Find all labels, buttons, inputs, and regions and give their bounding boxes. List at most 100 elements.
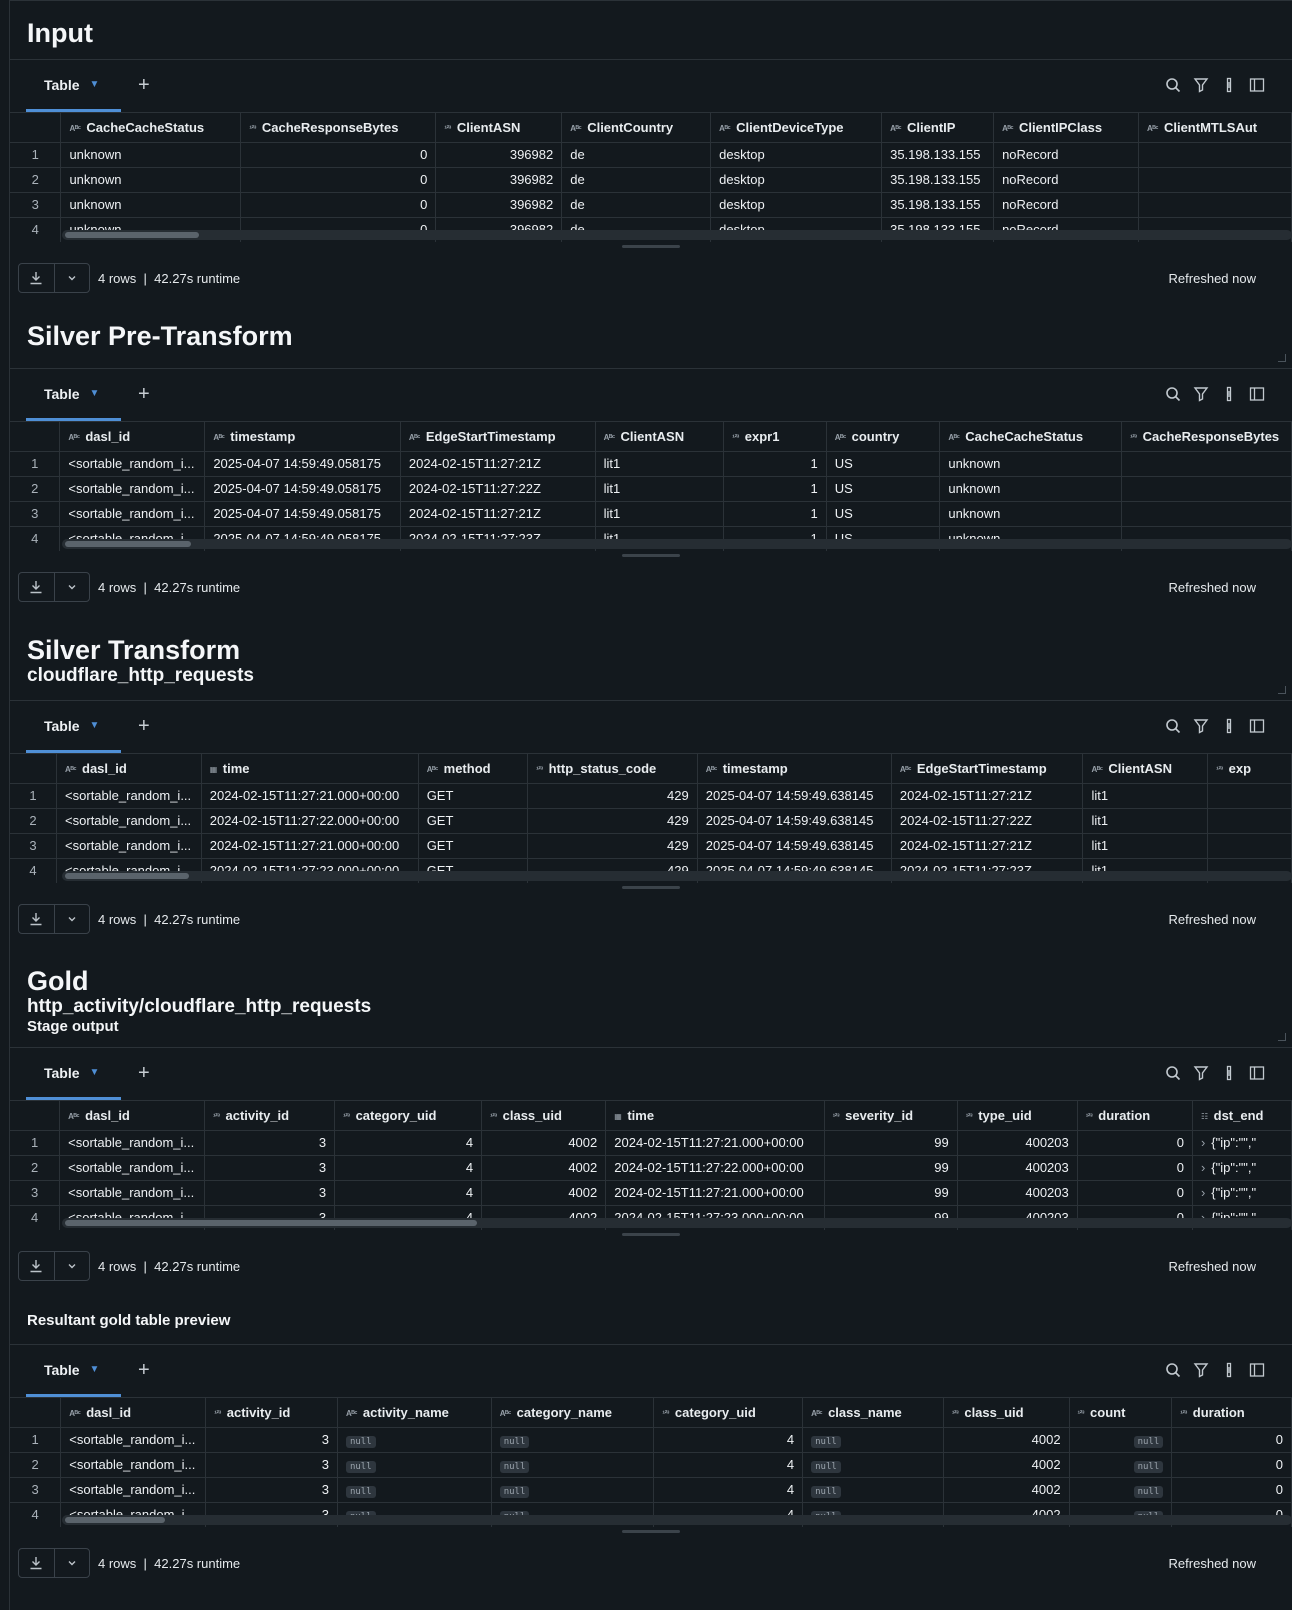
tab-table[interactable]: Table ▼ (26, 369, 121, 421)
download-icon[interactable] (19, 573, 55, 601)
column-header[interactable]: ¹²³ expr1 (723, 422, 827, 452)
column-header[interactable]: ¹²³ duration (1077, 1101, 1193, 1131)
table-row[interactable]: 3 <sortable_random_i... 2025-04-07 14:59:4… (10, 501, 1292, 527)
chevron-down-icon[interactable] (55, 1252, 90, 1280)
horizontal-scrollbar[interactable] (62, 1515, 1292, 1525)
scrollbar-thumb[interactable] (65, 873, 189, 879)
table-row[interactable]: 2 <sortable_random_i... 3 4 4002 2024-02-15T1… (10, 1155, 1292, 1181)
resize-handle[interactable] (622, 886, 680, 889)
add-visualization-button[interactable]: + (138, 384, 150, 404)
column-header[interactable]: ¹²³ severity_id (824, 1101, 958, 1131)
scrollbar-thumb[interactable] (65, 232, 199, 238)
table-row[interactable]: 1 unknown 0 396982 de desktop 35.198.133.155 no… (10, 142, 1292, 168)
column-header[interactable]: ¹²³ category_uid (334, 1101, 483, 1131)
horizontal-scrollbar[interactable] (62, 1218, 1292, 1228)
table-row[interactable]: 3 <sortable_random_i... 3 4 4002 2024-02-15T1… (10, 1180, 1292, 1206)
download-icon[interactable] (19, 1252, 55, 1280)
column-header[interactable]: Aᴮᶜ timestamp (697, 754, 892, 784)
column-header[interactable]: ¹²³ count (1069, 1398, 1173, 1428)
column-header[interactable]: ☷ dst_end (1192, 1101, 1292, 1131)
search-icon[interactable] (1164, 1361, 1182, 1379)
horizontal-scrollbar[interactable] (62, 230, 1292, 240)
column-header[interactable]: ¹²³ ClientASN (435, 113, 563, 143)
table-row[interactable]: 1 <sortable_random_i... 2025-04-07 14:59:4… (10, 451, 1292, 477)
chevron-down-icon[interactable] (55, 264, 90, 292)
column-header[interactable]: ▦ time (201, 754, 419, 784)
search-icon[interactable] (1164, 76, 1182, 94)
chevron-down-icon[interactable]: ▼ (90, 79, 100, 90)
column-header[interactable]: ▦ time (605, 1101, 825, 1131)
table-row[interactable]: 1 <sortable_random_i... 3 null null 4 null 4002… (10, 1427, 1292, 1453)
column-header[interactable]: Aᴮᶜ ClientDeviceType (710, 113, 883, 143)
sidebar-panel-icon[interactable] (1248, 717, 1266, 735)
column-header[interactable]: Aᴮᶜ timestamp (204, 422, 401, 452)
filter-icon[interactable] (1192, 1064, 1210, 1082)
add-visualization-button[interactable]: + (138, 1360, 150, 1380)
table-row[interactable]: 2 <sortable_random_i... 2024-02-15T11:27:2… (10, 808, 1292, 834)
search-icon[interactable] (1164, 385, 1182, 403)
columns-icon[interactable] (1220, 385, 1238, 403)
column-header[interactable]: Aᴮᶜ dasl_id (59, 1101, 206, 1131)
struct-cell[interactable]: ›{"ip":""," (1192, 1130, 1292, 1156)
scrollbar-thumb[interactable] (65, 541, 191, 547)
column-header[interactable]: ¹²³ activity_id (204, 1101, 336, 1131)
table-row[interactable]: 2 <sortable_random_i... 2025-04-07 14:59:4… (10, 476, 1292, 502)
sidebar-panel-icon[interactable] (1248, 385, 1266, 403)
filter-icon[interactable] (1192, 385, 1210, 403)
table-row[interactable]: 3 <sortable_random_i... 2024-02-15T11:27:2… (10, 833, 1292, 859)
chevron-down-icon[interactable] (55, 573, 90, 601)
resize-handle[interactable] (622, 554, 680, 557)
resize-corner[interactable] (1278, 1033, 1286, 1041)
chevron-down-icon[interactable] (55, 905, 90, 933)
column-header[interactable]: Aᴮᶜ ClientASN (595, 422, 725, 452)
filter-icon[interactable] (1192, 717, 1210, 735)
column-header[interactable]: Aᴮᶜ country (826, 422, 941, 452)
column-header[interactable]: Aᴮᶜ method (418, 754, 529, 784)
column-header[interactable]: Aᴮᶜ dasl_id (60, 1398, 207, 1428)
chevron-down-icon[interactable]: ▼ (90, 388, 100, 399)
struct-cell[interactable]: ›{"ip":""," (1192, 1155, 1292, 1181)
download-icon[interactable] (19, 264, 55, 292)
column-header[interactable]: Aᴮᶜ ClientIP (881, 113, 995, 143)
resize-handle[interactable] (622, 245, 680, 248)
column-header[interactable]: ¹²³ activity_id (205, 1398, 338, 1428)
column-header[interactable]: Aᴮᶜ category_name (491, 1398, 655, 1428)
sidebar-panel-icon[interactable] (1248, 76, 1266, 94)
column-header[interactable]: ¹²³ type_uid (957, 1101, 1078, 1131)
table-row[interactable]: 1 <sortable_random_i... 2024-02-15T11:27:2… (10, 783, 1292, 809)
chevron-down-icon[interactable]: ▼ (90, 1364, 100, 1375)
column-header[interactable]: Aᴮᶜ dasl_id (59, 422, 206, 452)
column-header[interactable]: ¹²³ duration (1171, 1398, 1292, 1428)
tab-table[interactable]: Table ▼ (26, 1345, 121, 1397)
search-icon[interactable] (1164, 1064, 1182, 1082)
chevron-right-icon[interactable]: › (1201, 1160, 1205, 1175)
columns-icon[interactable] (1220, 1361, 1238, 1379)
chevron-down-icon[interactable]: ▼ (90, 720, 100, 731)
column-header[interactable]: Aᴮᶜ CacheCacheStatus (60, 113, 242, 143)
column-header[interactable]: ¹²³ exp (1207, 754, 1292, 784)
chevron-down-icon[interactable]: ▼ (90, 1067, 100, 1078)
table-row[interactable]: 2 unknown 0 396982 de desktop 35.198.133.155 no… (10, 167, 1292, 193)
table-row[interactable]: 2 <sortable_random_i... 3 null null 4 null 4002… (10, 1452, 1292, 1478)
column-header[interactable]: ¹²³ category_uid (653, 1398, 804, 1428)
add-visualization-button[interactable]: + (138, 716, 150, 736)
column-header[interactable]: ¹²³ CacheResponseBytes (240, 113, 437, 143)
sidebar-panel-icon[interactable] (1248, 1064, 1266, 1082)
resize-handle[interactable] (622, 1233, 680, 1236)
tab-table[interactable]: Table ▼ (26, 701, 121, 753)
scrollbar-thumb[interactable] (65, 1517, 165, 1523)
column-header[interactable]: Aᴮᶜ class_name (802, 1398, 944, 1428)
search-icon[interactable] (1164, 717, 1182, 735)
table-row[interactable]: 1 <sortable_random_i... 3 4 4002 2024-02-15T1… (10, 1130, 1292, 1156)
download-icon[interactable] (19, 905, 55, 933)
column-header[interactable]: Aᴮᶜ EdgeStartTimestamp (400, 422, 596, 452)
sidebar-panel-icon[interactable] (1248, 1361, 1266, 1379)
add-visualization-button[interactable]: + (138, 1063, 150, 1083)
resize-handle[interactable] (622, 1530, 680, 1533)
resize-corner[interactable] (1278, 354, 1286, 362)
tab-table[interactable]: Table ▼ (26, 1048, 121, 1100)
resize-corner[interactable] (1278, 686, 1286, 694)
column-header[interactable]: ¹²³ class_uid (943, 1398, 1070, 1428)
column-header[interactable]: Aᴮᶜ ClientCountry (561, 113, 712, 143)
download-icon[interactable] (19, 1549, 55, 1577)
